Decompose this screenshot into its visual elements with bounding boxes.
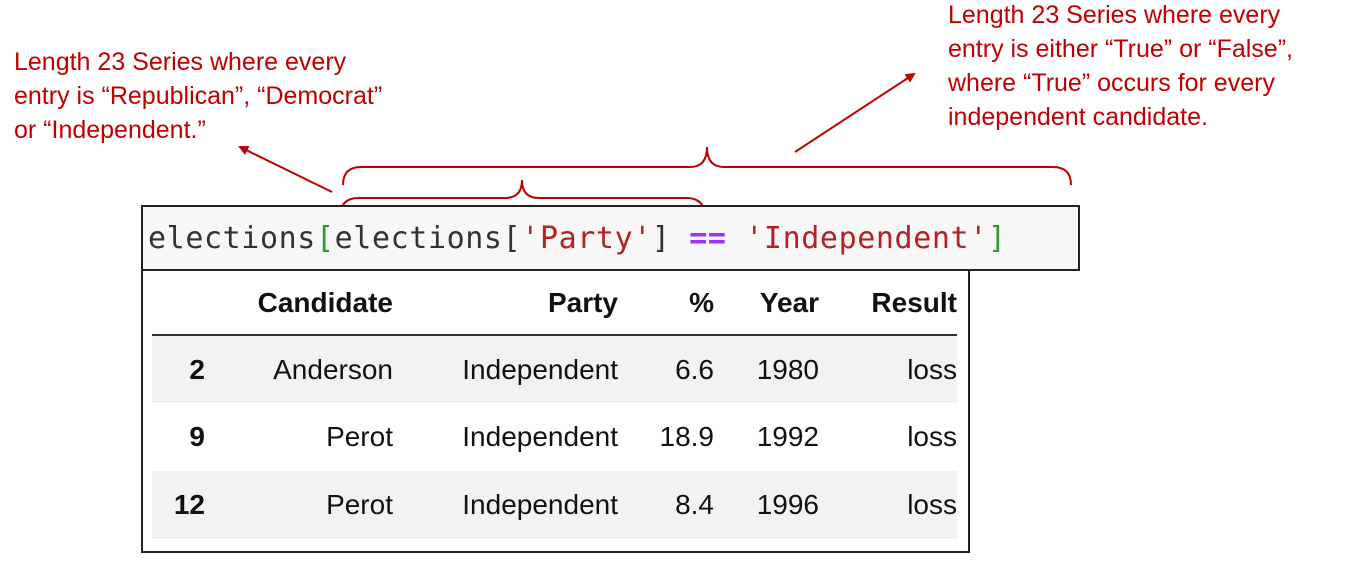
row-index: 12: [173, 489, 205, 520]
column-header-candidate: Candidate: [205, 271, 393, 336]
code-token-close-bracket: ]: [987, 220, 1007, 256]
column-header-year: Year: [714, 271, 819, 336]
code-token-party-key: 'Party': [521, 220, 652, 256]
column-header-result: Result: [819, 271, 957, 336]
table-header-row: Candidate Party % Year Result: [152, 271, 957, 336]
cell-percent: 8.4: [675, 489, 714, 520]
cell-year: 1992: [756, 421, 819, 452]
code-token-open-bracket: [: [315, 220, 335, 256]
code-token-close-bracket-inner: ]: [651, 220, 671, 256]
cell-year: 1980: [756, 353, 819, 385]
code-token-equality-operator: ==: [689, 220, 727, 256]
column-header-index: [152, 271, 205, 336]
cell-result: loss: [907, 353, 957, 385]
cell-percent: 18.9: [659, 421, 715, 452]
outer-brace: [342, 146, 1072, 186]
code-cell[interactable]: elections[elections['Party'] == 'Indepen…: [141, 205, 1080, 271]
cell-year: 1996: [756, 489, 819, 520]
table-row: 9 Perot Independent 18.9 1992 loss: [152, 403, 957, 471]
cell-party: Independent: [462, 421, 618, 452]
dataframe-table: Candidate Party % Year Result 2 Anderson…: [152, 271, 957, 539]
cell-party: Independent: [462, 489, 618, 520]
table-row: 12 Perot Independent 8.4 1996 loss: [152, 471, 957, 539]
cell-candidate: Anderson: [273, 353, 393, 385]
arrow-to-left-annotation: [238, 146, 333, 193]
cell-result: loss: [907, 489, 957, 520]
code-token-elections-inner: elections: [334, 220, 503, 256]
arrow-to-right-annotation: [794, 72, 916, 153]
code-token-open-bracket-inner: [: [502, 220, 522, 256]
cell-candidate: Perot: [326, 489, 393, 520]
table-row: 2 Anderson Independent 6.6 1980 loss: [152, 335, 957, 403]
column-header-percent: %: [618, 271, 714, 336]
cell-result: loss: [907, 421, 957, 452]
code-token-elections: elections: [148, 220, 316, 256]
cell-output: Candidate Party % Year Result 2 Anderson…: [141, 269, 970, 553]
code-token-independent-value: 'Independent': [745, 220, 988, 256]
column-header-party: Party: [393, 271, 618, 336]
row-index: 2: [189, 353, 205, 385]
cell-percent: 6.6: [675, 353, 714, 385]
row-index: 9: [189, 421, 205, 452]
cell-candidate: Perot: [326, 421, 393, 452]
cell-party: Independent: [462, 353, 618, 385]
